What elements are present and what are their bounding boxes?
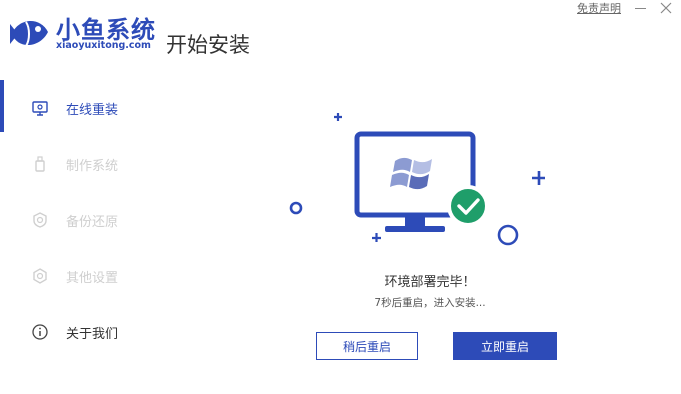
info-icon	[32, 324, 48, 340]
disclaimer-link[interactable]: 免责声明	[577, 0, 621, 16]
plus-icon	[372, 233, 381, 242]
close-icon	[660, 2, 672, 14]
close-button[interactable]	[659, 1, 673, 15]
check-circle-icon	[447, 185, 489, 227]
install-illustration	[285, 105, 546, 255]
sidebar-item-online-reinstall[interactable]: 在线重装	[0, 80, 200, 136]
sidebar-item-label: 制作系统	[66, 158, 119, 174]
page-title: 开始安装	[166, 33, 250, 57]
ring-icon	[289, 201, 303, 215]
status-message: 环境部署完毕！	[384, 275, 476, 290]
active-indicator	[0, 80, 4, 132]
sidebar-item-label: 其他设置	[66, 270, 119, 286]
sidebar-item-backup-restore[interactable]: 备份还原	[0, 192, 200, 248]
minimize-icon	[635, 8, 646, 9]
countdown-message: 7秒后重启，进入安装...	[374, 297, 486, 309]
sidebar-item-label: 关于我们	[66, 326, 119, 342]
plus-icon	[532, 171, 546, 185]
brand-subtitle: xiaoyuxitong.com	[56, 40, 151, 51]
sidebar-item-label: 在线重装	[66, 102, 119, 118]
gear-icon	[33, 268, 47, 284]
sidebar-item-other-settings[interactable]: 其他设置	[0, 248, 200, 304]
plus-icon	[334, 113, 342, 121]
sidebar-item-label: 备份还原	[66, 214, 119, 230]
ring-icon	[497, 224, 519, 246]
sidebar-item-make-system[interactable]: 制作系统	[0, 136, 200, 192]
sidebar-item-about-us[interactable]: 关于我们	[0, 304, 200, 360]
minimize-button[interactable]	[633, 1, 647, 15]
backup-restore-icon	[33, 212, 47, 228]
monitor-icon	[32, 101, 48, 116]
window-controls: 免责声明	[577, 0, 673, 16]
usb-drive-icon	[35, 156, 45, 172]
restart-later-button[interactable]: 稍后重启	[316, 332, 418, 360]
fish-logo-icon	[8, 12, 52, 56]
restart-now-button[interactable]: 立即重启	[453, 332, 557, 360]
